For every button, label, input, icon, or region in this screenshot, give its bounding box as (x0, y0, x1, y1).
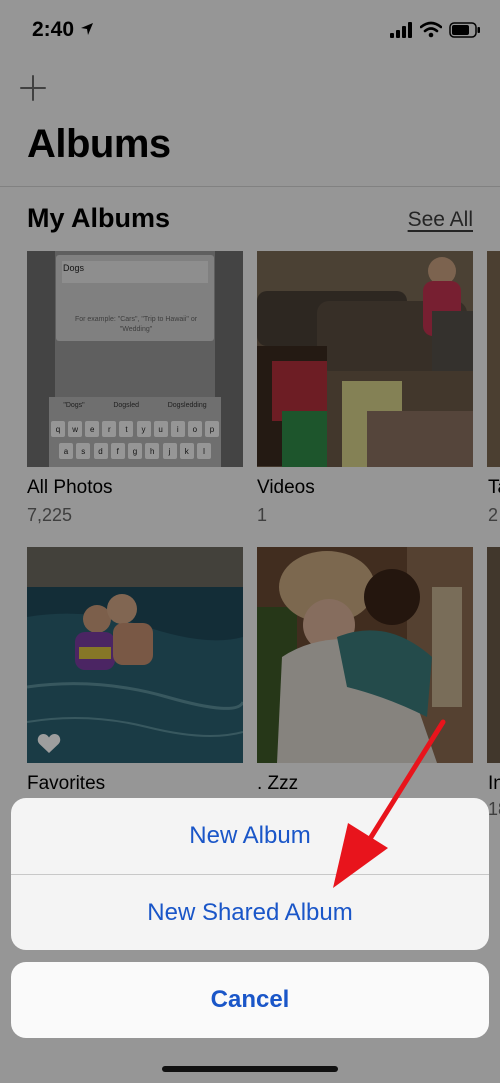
action-sheet: New Album New Shared Album (11, 798, 489, 950)
new-shared-album-button[interactable]: New Shared Album (11, 875, 489, 950)
home-indicator[interactable] (162, 1066, 338, 1072)
new-album-button[interactable]: New Album (11, 798, 489, 874)
cancel-button[interactable]: Cancel (11, 962, 489, 1038)
